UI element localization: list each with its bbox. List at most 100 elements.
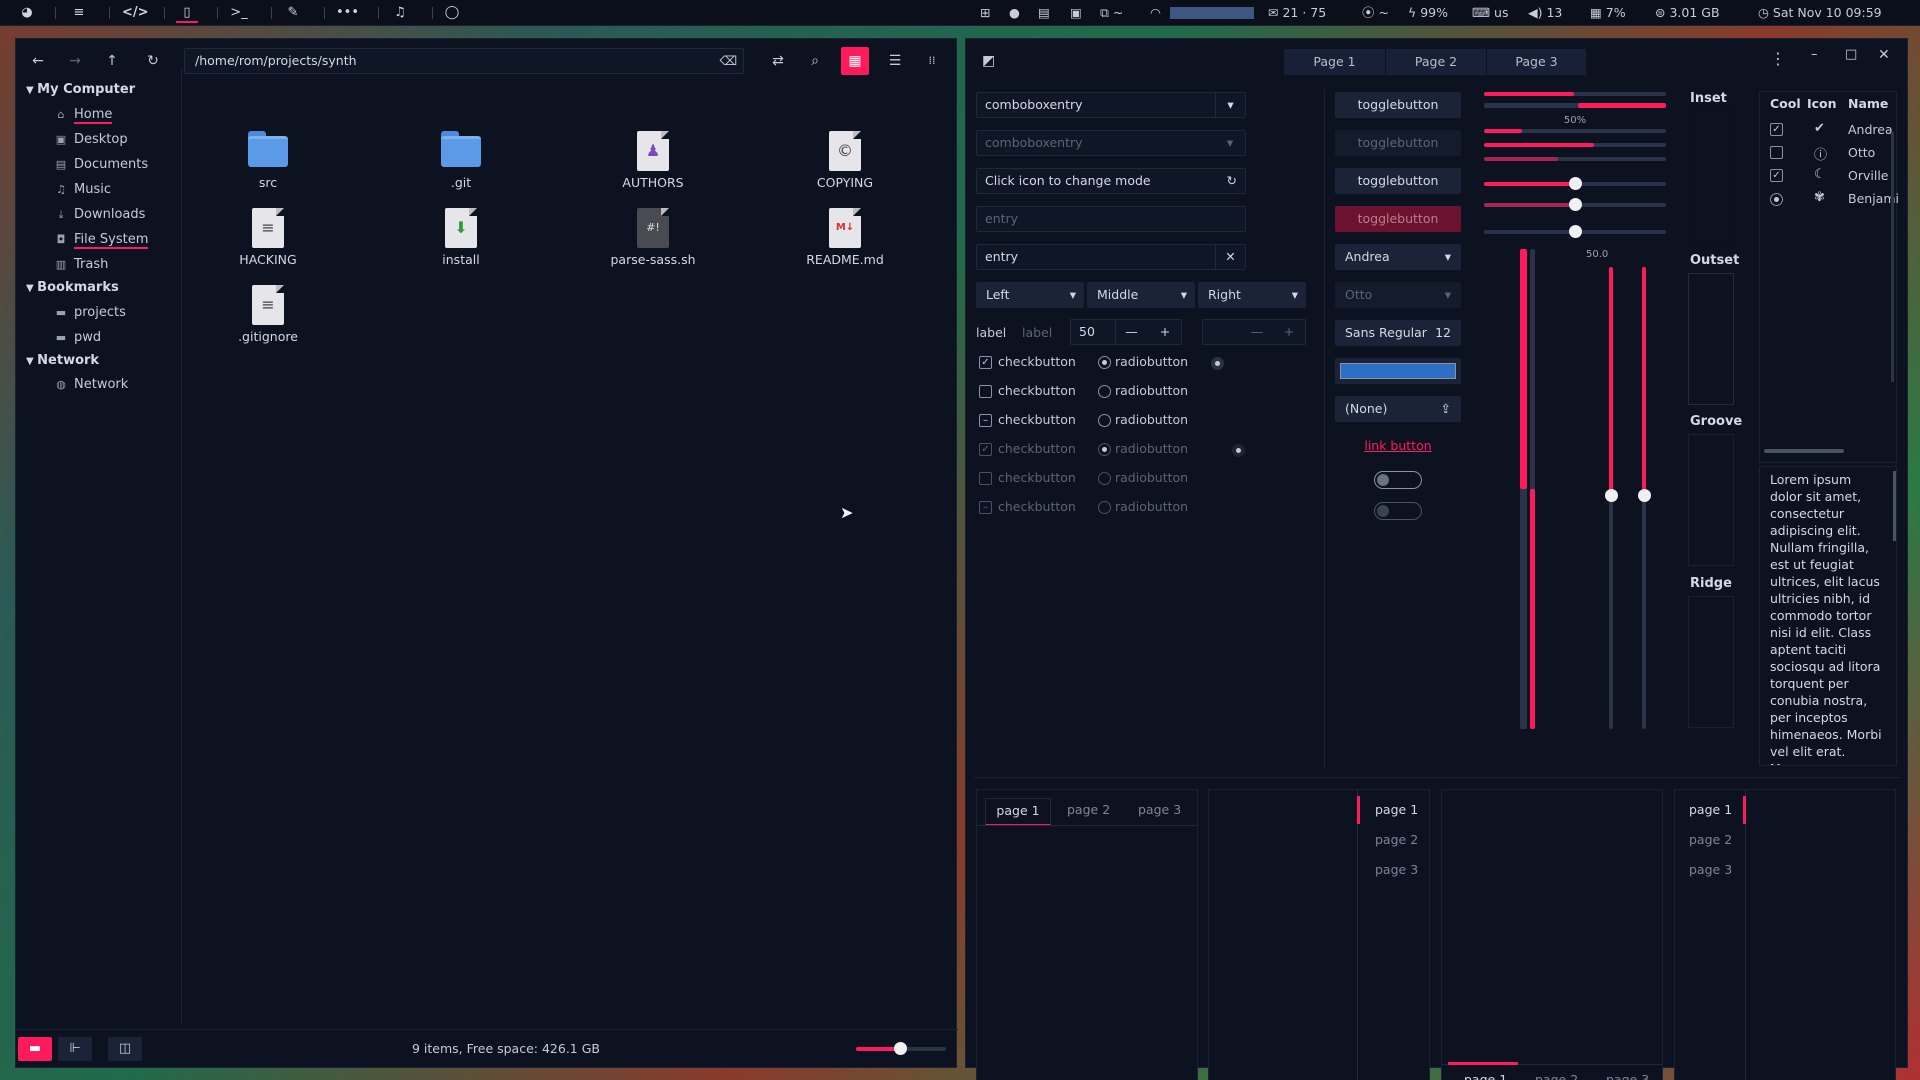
togglebutton[interactable]: togglebutton [1335,92,1461,118]
music-icon[interactable]: ♫ [389,3,411,23]
notebook-tab-page-3[interactable]: page 3 [1689,862,1732,877]
dropdown-right[interactable]: Right ▾ [1198,282,1306,308]
entry-with-clear[interactable]: entry ✕ [976,244,1246,270]
vscale-2-knob[interactable] [1638,489,1651,502]
sidebar-item-music[interactable]: ♫ Music [54,180,111,200]
tree-header-cool[interactable]: Cool [1770,96,1801,111]
list-view-icon[interactable]: ☰ [881,47,909,75]
sidebar-item-projects[interactable]: ▬ projects [54,303,126,323]
sidebar-item-pwd[interactable]: ▬ pwd [54,328,101,348]
vscale-1-knob[interactable] [1605,489,1618,502]
notebook-tab-page-2[interactable]: page 2 [1689,832,1732,847]
path-bar[interactable]: /home/rom/projects/synth ⌫ [184,48,744,74]
radio-only[interactable] [1211,357,1224,370]
notebook-tab-page-1[interactable]: page 1 [1689,802,1732,817]
more-icon[interactable]: ••• [336,3,359,23]
togglebutton-active[interactable]: togglebutton [1335,168,1461,194]
notebook-tab-page-1[interactable]: page 1 [1375,802,1418,817]
font-button[interactable]: Sans Regular 12 [1335,320,1461,346]
radiobutton-mixed[interactable]: radiobutton [1098,412,1188,427]
radiobutton[interactable]: radiobutton [1098,383,1188,398]
notebook-tab-page-1[interactable]: page 1 [985,798,1051,826]
dropdown-middle[interactable]: Middle ▾ [1087,282,1195,308]
file-item[interactable]: ⬇ install [406,208,516,267]
table-row[interactable]: ⓘ Otto [1760,141,1898,164]
checkbutton-unchecked[interactable]: checkbutton [979,383,1076,398]
clear-icon[interactable]: ✕ [1215,245,1245,269]
tree-header-icon[interactable]: Icon [1807,96,1837,111]
terminal-icon[interactable]: >_ [228,3,250,23]
combobox-andrea[interactable]: Andrea ▾ [1335,244,1461,270]
file-item[interactable]: src [213,131,323,190]
kebab-menu-icon[interactable]: ⋮ [1770,49,1786,68]
tree-header-name[interactable]: Name [1848,96,1888,111]
vertical-scrollbar[interactable] [1893,471,1896,541]
row-checkbox[interactable] [1770,146,1783,159]
mode-entry[interactable]: Click icon to change mode ↻ [976,168,1246,194]
tree-sidebar-icon[interactable]: ⊩ [58,1037,92,1061]
tab-page-2[interactable]: Page 2 [1386,49,1487,75]
spin-button[interactable]: 50— + [1070,319,1182,345]
table-row[interactable]: ✓ ✔ Andrea [1760,118,1898,141]
sidebar-section-my-computer[interactable]: ▼ My Computer [26,80,135,100]
file-chooser-button[interactable]: (None) ⇪ [1335,396,1461,422]
minimize-icon[interactable]: – [1811,47,1818,62]
notebook-tab-page-2[interactable]: page 2 [1535,1072,1578,1080]
chat-icon[interactable]: ◯ [441,3,463,23]
combobox-entry[interactable]: comboboxentry ▾ [976,92,1246,118]
color-button[interactable] [1335,358,1461,384]
tab-page-1[interactable]: Page 1 [1284,49,1386,75]
notebook-tab-page-3[interactable]: page 3 [1606,1072,1649,1080]
sidebar-item-downloads[interactable]: ⤓ Downloads [54,205,146,225]
clock[interactable]: ◷ Sat Nov 10 09:59 [1758,0,1882,26]
toggle-location-icon[interactable]: ⇄ [764,47,792,75]
brush-icon[interactable]: ✎ [282,3,304,23]
file-item[interactable]: #! parse-sass.sh [598,208,708,267]
row-checkbox[interactable]: ✓ [1770,123,1783,136]
entry-placeholder[interactable]: entry [976,206,1246,232]
sidebar-item-documents[interactable]: ▤ Documents [54,155,148,175]
window-menu-icon[interactable]: ◩ [982,53,995,69]
maximize-icon[interactable]: □ [1845,47,1857,62]
sidebar-section-network[interactable]: ▼ Network [26,351,99,371]
sidebar-item-home[interactable]: ⌂ Home [54,105,113,125]
row-checkbox[interactable]: ✓ [1770,169,1783,182]
tree-view[interactable]: Cool Icon Name ✓ ✔ Andrea ⓘ Otto ✓ ☾ Orville … [1759,91,1898,463]
link-button[interactable]: link button [1335,438,1461,453]
hscale-1-knob[interactable] [1569,177,1582,190]
file-item[interactable]: M↓ README.md [790,208,900,267]
notebook-tab-page-2[interactable]: page 2 [1375,832,1418,847]
checkbutton-mixed[interactable]: – checkbutton [979,412,1076,427]
app-menu-icon[interactable]: ◕ [16,3,38,23]
checkbutton-checked[interactable]: ✓ checkbutton [979,354,1076,369]
sidebar-item-trash[interactable]: ▥ Trash [54,255,109,275]
vertical-scrollbar[interactable] [1891,132,1894,382]
file-item[interactable]: ♟ AUTHORS [598,131,708,190]
sidebar-item-network[interactable]: ◍ Network [54,375,128,395]
hscale-2-knob[interactable] [1569,198,1582,211]
file-item[interactable]: .git [406,131,516,190]
sidebar-item-desktop[interactable]: ▣ Desktop [54,130,128,150]
file-item[interactable]: ≡ .gitignore [213,285,323,344]
notebook-tab-page-3[interactable]: page 3 [1375,862,1418,877]
table-row[interactable]: ✓ ☾ Orville [1760,164,1898,187]
refresh-icon[interactable]: ↻ [1227,169,1237,193]
code-icon[interactable]: </> [122,3,149,23]
text-view[interactable]: Lorem ipsum dolor sit amet, consectetur … [1759,466,1897,766]
tab-page-3[interactable]: Page 3 [1487,49,1587,75]
row-radio[interactable] [1770,193,1783,206]
hscale-3-knob[interactable] [1569,225,1582,238]
toggle-sidebar-icon[interactable]: ◫ [108,1037,142,1061]
text-lines-icon[interactable]: ≡ [68,3,90,23]
table-row[interactable]: ✾Benjamin [1760,187,1898,210]
dropdown-left[interactable]: Left ▾ [976,282,1084,308]
sidebar-item-file-system[interactable]: ◘ File System [54,230,149,250]
notebook-tab-page-3[interactable]: page 3 [1138,802,1181,817]
minus-icon[interactable]: — [1115,320,1147,344]
notebook-tab-page-2[interactable]: page 2 [1067,802,1110,817]
radiobutton-selected[interactable]: radiobutton [1098,354,1188,369]
places-sidebar-icon[interactable]: ▬ [18,1037,52,1061]
sidebar-section-bookmarks[interactable]: ▼ Bookmarks [26,278,119,298]
horizontal-scrollbar[interactable] [1764,449,1844,453]
search-icon[interactable]: ⌕ [801,47,829,75]
